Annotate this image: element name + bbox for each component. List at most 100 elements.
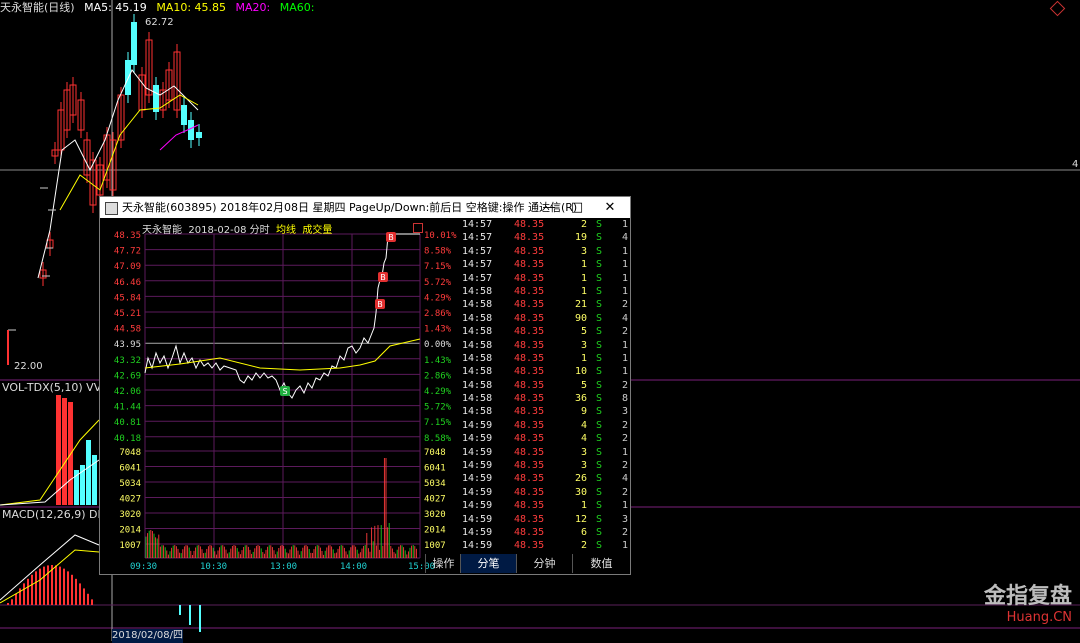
tab-values[interactable]: 数值 <box>572 554 630 573</box>
tick-time: 14:59 <box>462 473 493 485</box>
tick-tabs: 分笔 分钟 数值 <box>460 554 630 573</box>
buy-marker-label: B <box>388 233 394 242</box>
sell-marker-label: S <box>282 387 287 396</box>
price-tick-label: 41.44 <box>114 403 141 413</box>
tick-count: 2 <box>621 433 628 445</box>
tick-price: 48.35 <box>514 419 545 431</box>
tick-row: 14:59 48.35 4 S 2 <box>460 419 630 432</box>
tick-price: 48.35 <box>514 232 545 244</box>
time-tick-label: 13:00 <box>270 562 297 572</box>
volume-bar <box>86 440 91 505</box>
tick-price: 48.35 <box>514 393 545 405</box>
tick-row: 14:58 48.35 1 S 1 <box>460 285 630 298</box>
tick-time: 14:58 <box>462 285 493 297</box>
close-button[interactable]: ✕ <box>596 197 624 218</box>
tick-price: 48.35 <box>514 245 545 257</box>
operate-button[interactable]: 操作 <box>425 554 461 573</box>
tick-direction: S <box>596 460 603 472</box>
tab-ticks[interactable]: 分笔 <box>460 554 516 573</box>
tick-volume: 3 <box>580 339 587 351</box>
tick-volume: 4 <box>580 433 587 445</box>
tick-row: 14:58 48.35 1 S 1 <box>460 352 630 365</box>
tick-row: 14:58 48.35 10 S 1 <box>460 365 630 378</box>
time-tick-label: 10:30 <box>200 562 227 572</box>
tick-time: 14:59 <box>462 500 493 512</box>
pct-tick-label: 0.00% <box>424 340 452 350</box>
vol-tick-label: 7048 <box>119 448 141 458</box>
intraday-popup-window[interactable]: 天永智能(603895) 2018年02月08日 星期四 PageUp/Down… <box>99 196 631 575</box>
tick-row: 14:59 48.35 6 S 2 <box>460 526 630 539</box>
price-tick-label: 43.32 <box>114 356 141 366</box>
time-tick-label: 09:30 <box>130 562 157 572</box>
tick-price: 48.35 <box>514 406 545 418</box>
tick-count: 1 <box>621 540 628 552</box>
ma-indicator-bar: 天永智能(日线) MA5: 45.19 MA10: 45.85 MA20: MA… <box>0 0 1080 16</box>
vol-tick-label: 5034 <box>119 479 141 489</box>
tick-direction: S <box>596 312 603 324</box>
tick-time: 14:58 <box>462 406 493 418</box>
tick-volume: 3 <box>580 460 587 472</box>
price-tick-label: 48.35 <box>114 231 141 241</box>
intraday-stock-name: 天永智能 <box>142 225 182 236</box>
tick-time: 14:58 <box>462 352 493 364</box>
tick-time: 14:58 <box>462 366 493 378</box>
tick-direction: S <box>596 406 603 418</box>
avg-line-label: 均线 <box>276 225 297 236</box>
tick-list[interactable]: 14:57 48.35 2 S 1 14:57 48.35 19 S 4 14:57 48.35 3 S 1… <box>460 218 630 554</box>
intraday-chart[interactable]: 48.35 10.01% 47.72 8.58% 47.09 7.15% 46.46 5.72… <box>100 218 460 574</box>
price-tick-label: 42.69 <box>114 371 141 381</box>
tick-time: 14:59 <box>462 513 493 525</box>
tick-count: 2 <box>621 526 628 538</box>
tick-direction: S <box>596 326 603 338</box>
tick-direction: S <box>596 259 603 271</box>
vol-tick-label: 6041 <box>424 464 446 474</box>
tick-direction: S <box>596 419 603 431</box>
tick-volume: 1 <box>580 352 587 364</box>
tick-time: 14:59 <box>462 460 493 472</box>
tick-volume: 3 <box>580 245 587 257</box>
tick-volume: 12 <box>574 513 587 525</box>
price-tick-label: 47.72 <box>114 247 141 257</box>
tick-price: 48.35 <box>514 299 545 311</box>
tick-volume: 1 <box>580 500 587 512</box>
watermark-site: Huang.CN <box>1006 610 1072 625</box>
tick-count: 3 <box>621 406 628 418</box>
ma10-label: MA10: 45.85 <box>156 1 227 14</box>
tick-price: 48.35 <box>514 500 545 512</box>
tick-row: 14:58 48.35 36 S 8 <box>460 392 630 405</box>
tick-row: 14:57 48.35 2 S 1 <box>460 218 630 231</box>
low-price-label: 22.00 <box>14 361 43 372</box>
popup-titlebar[interactable]: 天永智能(603895) 2018年02月08日 星期四 PageUp/Down… <box>100 197 630 218</box>
tick-count: 2 <box>621 379 628 391</box>
tick-count: 4 <box>621 232 628 244</box>
tick-count: 3 <box>621 513 628 525</box>
ma20-label: MA20: <box>235 1 271 14</box>
tick-time: 14:57 <box>462 245 493 257</box>
tick-direction: S <box>596 245 603 257</box>
chart-close-icon[interactable] <box>413 223 423 233</box>
price-tick-label: 45.84 <box>114 293 141 303</box>
tick-price: 48.35 <box>514 366 545 378</box>
intraday-date: 2018-02-08 分时 <box>188 225 270 236</box>
tick-price: 48.35 <box>514 259 545 271</box>
tick-direction: S <box>596 393 603 405</box>
tick-volume: 4 <box>580 419 587 431</box>
price-tick-label: 46.46 <box>114 278 141 288</box>
tick-count: 4 <box>621 312 628 324</box>
vol-tick-label: 1007 <box>119 541 141 551</box>
tick-direction: S <box>596 486 603 498</box>
tick-direction: S <box>596 299 603 311</box>
pct-tick-label: 8.58% <box>424 434 452 444</box>
candle-body <box>131 22 137 65</box>
vol-tick-label: 3020 <box>119 510 141 520</box>
tick-count: 2 <box>621 299 628 311</box>
pct-tick-label: 8.58% <box>424 247 452 257</box>
minimize-button[interactable]: — <box>535 197 563 218</box>
tab-minutes[interactable]: 分钟 <box>516 554 572 573</box>
tick-volume: 2 <box>580 219 587 230</box>
maximize-button[interactable]: □ <box>563 197 591 218</box>
pct-tick-label: 10.01% <box>424 231 457 241</box>
high-price-label: 62.72 <box>145 17 174 28</box>
vol-tick-label: 4027 <box>424 495 446 505</box>
tick-time: 14:57 <box>462 232 493 244</box>
